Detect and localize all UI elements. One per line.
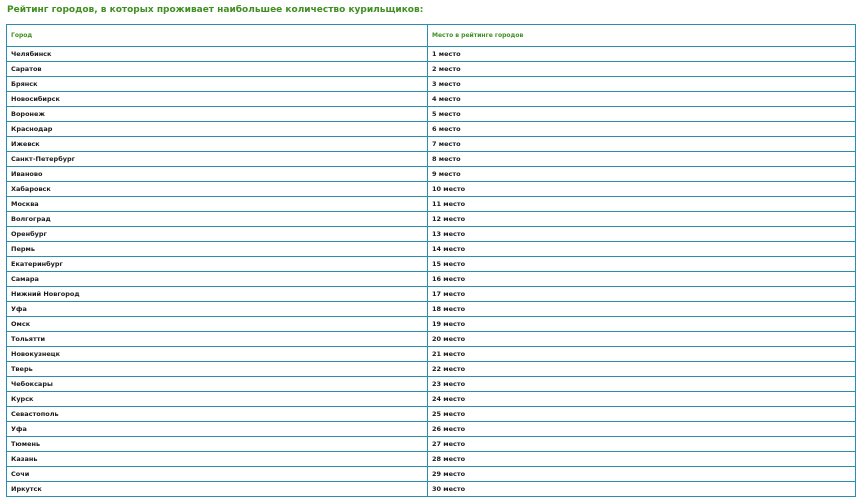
- place-cell: 30 место: [427, 481, 856, 497]
- table-row: Оренбург 13 место: [6, 226, 856, 242]
- table-row: Чебоксары 23 место: [6, 376, 856, 392]
- table-row: Уфа 18 место: [6, 301, 856, 317]
- place-cell: 10 место: [427, 181, 856, 197]
- table-row: Ижевск 7 место: [6, 136, 856, 152]
- page-title: Рейтинг городов, в которых проживает наи…: [7, 5, 424, 15]
- place-cell: 15 место: [427, 256, 856, 272]
- city-cell: Челябинск: [6, 46, 428, 62]
- city-cell: Чебоксары: [6, 376, 428, 392]
- place-cell: 25 место: [427, 406, 856, 422]
- place-cell: 22 место: [427, 361, 856, 377]
- place-cell: 9 место: [427, 166, 856, 182]
- table-row: Тольятти 20 место: [6, 331, 856, 347]
- table-row: Новокузнецк 21 место: [6, 346, 856, 362]
- table-row: Брянск 3 место: [6, 76, 856, 92]
- city-cell: Брянск: [6, 76, 428, 92]
- place-cell: 5 место: [427, 106, 856, 122]
- place-cell: 11 место: [427, 196, 856, 212]
- city-cell: Волгоград: [6, 211, 428, 227]
- city-cell: Уфа: [6, 301, 428, 317]
- city-cell: Пермь: [6, 241, 428, 257]
- column-header-city: Город: [6, 24, 428, 47]
- place-cell: 16 место: [427, 271, 856, 287]
- place-cell: 3 место: [427, 76, 856, 92]
- table-row: Иваново 9 место: [6, 166, 856, 182]
- city-cell: Новосибирск: [6, 91, 428, 107]
- city-cell: Новокузнецк: [6, 346, 428, 362]
- place-cell: 28 место: [427, 451, 856, 467]
- city-cell: Екатеринбург: [6, 256, 428, 272]
- place-cell: 13 место: [427, 226, 856, 242]
- city-cell: Иваново: [6, 166, 428, 182]
- table-row: Пермь 14 место: [6, 241, 856, 257]
- column-header-place: Место в рейтинге городов: [427, 24, 856, 47]
- place-cell: 18 место: [427, 301, 856, 317]
- table-body: Челябинск 1 место Саратов 2 место Брянск 3 ме…: [6, 46, 856, 497]
- table-row: Москва 11 место: [6, 196, 856, 212]
- table-row: Сочи 29 место: [6, 466, 856, 482]
- city-cell: Казань: [6, 451, 428, 467]
- city-cell: Тюмень: [6, 436, 428, 452]
- city-cell: Саратов: [6, 61, 428, 77]
- city-cell: Хабаровск: [6, 181, 428, 197]
- table-row: Уфа 26 место: [6, 421, 856, 437]
- place-cell: 14 место: [427, 241, 856, 257]
- city-cell: Уфа: [6, 421, 428, 437]
- place-cell: 29 место: [427, 466, 856, 482]
- city-cell: Воронеж: [6, 106, 428, 122]
- place-cell: 1 место: [427, 46, 856, 62]
- city-cell: Нижний Новгород: [6, 286, 428, 302]
- table-row: Воронеж 5 место: [6, 106, 856, 122]
- place-cell: 21 место: [427, 346, 856, 362]
- table-row: Саратов 2 место: [6, 61, 856, 77]
- city-cell: Оренбург: [6, 226, 428, 242]
- table-header-row: Город Место в рейтинге городов: [6, 24, 856, 47]
- table-row: Севастополь 25 место: [6, 406, 856, 422]
- city-cell: Курск: [6, 391, 428, 407]
- table-row: Новосибирск 4 место: [6, 91, 856, 107]
- place-cell: 20 место: [427, 331, 856, 347]
- table-row: Челябинск 1 место: [6, 46, 856, 62]
- table-row: Волгоград 12 место: [6, 211, 856, 227]
- place-cell: 24 место: [427, 391, 856, 407]
- table-row: Тюмень 27 место: [6, 436, 856, 452]
- place-cell: 17 место: [427, 286, 856, 302]
- table-row: Иркутск 30 место: [6, 481, 856, 497]
- place-cell: 27 место: [427, 436, 856, 452]
- city-cell: Краснодар: [6, 121, 428, 137]
- table-row: Нижний Новгород 17 место: [6, 286, 856, 302]
- place-cell: 2 место: [427, 61, 856, 77]
- city-cell: Самара: [6, 271, 428, 287]
- place-cell: 7 место: [427, 136, 856, 152]
- rating-table: Город Место в рейтинге городов Челябинск…: [6, 24, 856, 497]
- place-cell: 6 место: [427, 121, 856, 137]
- place-cell: 4 место: [427, 91, 856, 107]
- table-row: Самара 16 место: [6, 271, 856, 287]
- place-cell: 23 место: [427, 376, 856, 392]
- table-row: Санкт-Петербург 8 место: [6, 151, 856, 167]
- table-row: Омск 19 место: [6, 316, 856, 332]
- table-row: Курск 24 место: [6, 391, 856, 407]
- city-cell: Омск: [6, 316, 428, 332]
- city-cell: Севастополь: [6, 406, 428, 422]
- place-cell: 19 место: [427, 316, 856, 332]
- place-cell: 12 место: [427, 211, 856, 227]
- table-row: Екатеринбург 15 место: [6, 256, 856, 272]
- city-cell: Тверь: [6, 361, 428, 377]
- city-cell: Санкт-Петербург: [6, 151, 428, 167]
- table-row: Тверь 22 место: [6, 361, 856, 377]
- place-cell: 8 место: [427, 151, 856, 167]
- city-cell: Москва: [6, 196, 428, 212]
- table-row: Казань 28 место: [6, 451, 856, 467]
- place-cell: 26 место: [427, 421, 856, 437]
- city-cell: Сочи: [6, 466, 428, 482]
- table-row: Хабаровск 10 место: [6, 181, 856, 197]
- city-cell: Тольятти: [6, 331, 428, 347]
- city-cell: Ижевск: [6, 136, 428, 152]
- table-row: Краснодар 6 место: [6, 121, 856, 137]
- city-cell: Иркутск: [6, 481, 428, 497]
